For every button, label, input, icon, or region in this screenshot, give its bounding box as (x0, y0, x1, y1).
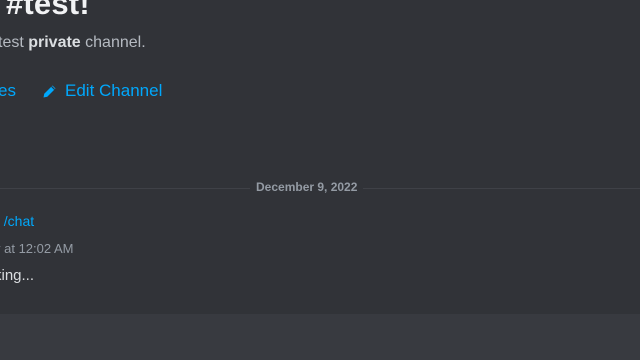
description-prefix: test (0, 34, 29, 51)
message-timestamp: y at 12:02 AM (0, 241, 74, 256)
pencil-icon (42, 84, 57, 99)
channel-description: test private channel. (0, 34, 146, 52)
message-text: king... (0, 267, 35, 284)
description-suffix: channel. (80, 34, 146, 51)
channel-action-link-partial[interactable]: es (0, 81, 16, 101)
message-composer-area[interactable] (0, 314, 640, 360)
edit-channel-button[interactable]: Edit Channel (42, 81, 162, 101)
description-bold: private (28, 34, 81, 51)
date-divider-label: December 9, 2022 (250, 180, 364, 194)
channel-action-label-partial: es (0, 81, 16, 100)
message-header: d/chat (0, 213, 34, 229)
channel-welcome-title: o #test! (0, 0, 90, 21)
slash-command-link[interactable]: /chat (4, 213, 34, 229)
edit-channel-label: Edit Channel (65, 81, 163, 100)
